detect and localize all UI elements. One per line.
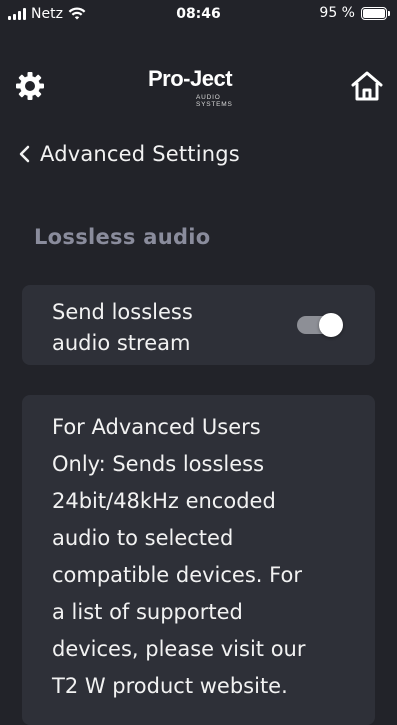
section-heading: Lossless audio [34,225,211,249]
info-line: a list of supported [52,600,243,624]
info-card: For Advanced Users Only: Sends lossless … [22,395,375,725]
battery-icon [361,6,390,20]
brand-logo: Pro-Ject AUDIO SYSTEMS [146,66,256,108]
status-bar: Netz 08:46 95 % [0,0,397,30]
back-button[interactable]: Advanced Settings [18,142,240,166]
toggle-knob [319,313,343,337]
lossless-toggle-switch[interactable] [297,313,345,337]
info-line: T2 W product website. [52,674,288,698]
info-line: compatible devices. For [52,563,302,587]
home-icon[interactable] [349,68,385,104]
info-line: audio to selected [52,526,234,550]
battery-percent: 95 % [319,5,355,21]
info-text: For Advanced Users Only: Sends lossless … [52,409,352,705]
logo-subtext: AUDIO SYSTEMS [196,94,233,108]
logo-text: Pro-Ject [148,66,233,91]
info-line: 24bit/48kHz encoded [52,489,276,513]
status-right: 95 % [319,5,390,21]
chevron-left-icon [19,145,30,163]
gear-icon[interactable] [14,70,46,102]
info-line: For Advanced Users [52,415,261,439]
toggle-label-line1: Send lossless [52,300,193,324]
back-label: Advanced Settings [40,142,240,166]
info-line: Only: Sends lossless [52,452,265,476]
lossless-toggle-card: Send lossless audio stream [22,285,375,365]
app-header: Pro-Ject AUDIO SYSTEMS [0,58,397,112]
toggle-label: Send lossless audio stream [52,297,272,359]
toggle-label-line2: audio stream [52,331,191,355]
info-line: devices, please visit our [52,637,306,661]
